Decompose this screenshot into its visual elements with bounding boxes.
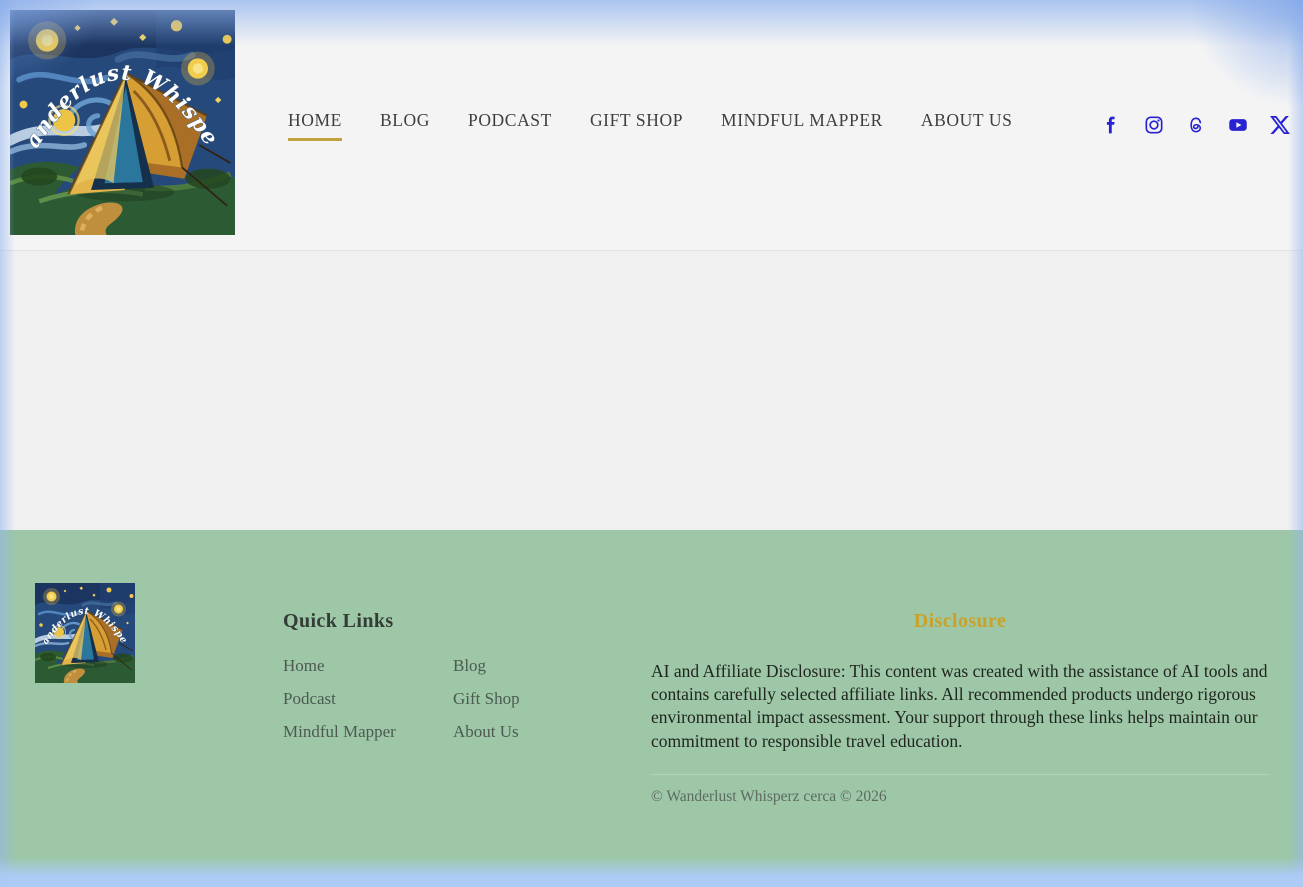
nav-item-about-us[interactable]: ABOUT US: [921, 110, 1013, 141]
threads-icon[interactable]: [1186, 115, 1206, 135]
nav-item-blog[interactable]: BLOG: [380, 110, 430, 141]
quick-links-section: Quick Links Home Blog Podcast Gift Shop …: [283, 610, 520, 741]
social-links: [1102, 0, 1290, 250]
copyright-text: © Wanderlust Whisperz cerca © 2026: [651, 788, 1269, 806]
disclosure-title: Disclosure: [651, 610, 1269, 633]
footer-divider: [651, 774, 1269, 775]
footer-link-blog[interactable]: Blog: [453, 657, 520, 675]
x-icon[interactable]: [1270, 115, 1290, 135]
footer-link-mindful-mapper[interactable]: Mindful Mapper: [283, 723, 453, 741]
footer-link-home[interactable]: Home: [283, 657, 453, 675]
site-footer: Quick Links Home Blog Podcast Gift Shop …: [0, 530, 1303, 876]
disclosure-text: AI and Affiliate Disclosure: This conten…: [651, 660, 1269, 753]
disclosure-section: Disclosure AI and Affiliate Disclosure: …: [651, 610, 1269, 806]
footer-link-gift-shop[interactable]: Gift Shop: [453, 690, 520, 708]
starry-tent-logo-image: [10, 10, 235, 235]
facebook-icon[interactable]: [1102, 115, 1122, 135]
site-logo[interactable]: [10, 10, 235, 235]
nav-item-gift-shop[interactable]: GIFT SHOP: [590, 110, 683, 141]
page: HOME BLOG PODCAST GIFT SHOP MINDFUL MAPP…: [0, 0, 1303, 887]
main-nav: HOME BLOG PODCAST GIFT SHOP MINDFUL MAPP…: [288, 0, 1012, 250]
quick-links-title: Quick Links: [283, 610, 520, 633]
site-header: HOME BLOG PODCAST GIFT SHOP MINDFUL MAPP…: [0, 0, 1303, 251]
youtube-icon[interactable]: [1228, 115, 1248, 135]
nav-item-mindful-mapper[interactable]: MINDFUL MAPPER: [721, 110, 883, 141]
quick-links-list: Home Blog Podcast Gift Shop Mindful Mapp…: [283, 657, 520, 741]
footer-link-about-us[interactable]: About Us: [453, 723, 520, 741]
footer-link-podcast[interactable]: Podcast: [283, 690, 453, 708]
main-content: [0, 251, 1303, 530]
nav-item-home[interactable]: HOME: [288, 110, 342, 141]
footer-logo[interactable]: [35, 583, 135, 683]
nav-item-podcast[interactable]: PODCAST: [468, 110, 552, 141]
instagram-icon[interactable]: [1144, 115, 1164, 135]
starry-tent-logo-image-small: [35, 583, 135, 683]
